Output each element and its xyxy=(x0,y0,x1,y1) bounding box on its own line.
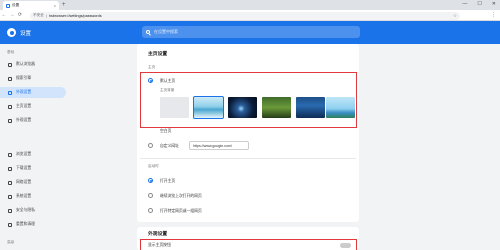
browser-menu-icon[interactable]: ⋮ xyxy=(491,12,496,18)
sidebar-item-network[interactable]: 网络设置 xyxy=(0,177,68,188)
reload-icon[interactable]: ⟳ xyxy=(16,12,24,18)
reset-icon xyxy=(8,222,12,227)
search-placeholder: 在设置中搜索 xyxy=(154,29,178,34)
sidebar-item-label: 浏览设置 xyxy=(16,152,32,156)
section-divider xyxy=(140,158,356,159)
custom-url-input[interactable]: https://www.google.com/ xyxy=(189,141,249,150)
option-blank-page[interactable]: 空白页 xyxy=(160,129,171,134)
tab-strip: 设置 × + — ☐ ✕ xyxy=(0,0,500,10)
window-controls: — ☐ ✕ xyxy=(462,1,496,7)
sidebar-item-default-browser[interactable]: 默认浏览器 xyxy=(0,59,68,70)
settings-header: 设置 在设置中搜索 xyxy=(0,21,500,44)
sidebar-item-label: 重置和清理 xyxy=(16,222,35,226)
wallpaper-thumb-2[interactable] xyxy=(228,97,257,118)
sidebar-item-label: 外观设置 xyxy=(16,90,32,94)
option-custom-url-label: 自定义网址 xyxy=(160,143,179,148)
appearance-option-highlight xyxy=(140,239,357,250)
sidebar-item-label: 搜索引擎 xyxy=(16,76,32,80)
radio-startup-specific[interactable] xyxy=(148,208,153,213)
wallpaper-thumb-3[interactable] xyxy=(262,97,291,118)
home-icon xyxy=(8,104,12,109)
back-icon[interactable]: ← xyxy=(0,12,8,18)
option-custom-home-label: 默认主页 xyxy=(160,78,176,83)
sidebar-item-appearance[interactable]: 外观设置 xyxy=(0,87,66,98)
browsing-icon xyxy=(8,152,12,157)
address-toolbar: ← → ⟳ 不安全 | hsbrowser://settings/passwor… xyxy=(0,10,500,21)
sidebar-item-system[interactable]: 系统设置 xyxy=(0,191,68,202)
sidebar-item-label: 安全与隐私 xyxy=(16,208,35,212)
bookmark-star-icon[interactable]: ☆ xyxy=(453,13,457,19)
sidebar-item-reset[interactable]: 重置和清理 xyxy=(0,219,68,230)
wallpaper-thumb-5[interactable] xyxy=(326,97,355,118)
new-tab-button[interactable]: + xyxy=(62,2,66,8)
browser-logo-icon xyxy=(7,28,16,37)
address-bar[interactable]: 不安全 | hsbrowser://settings/passwords ☆ xyxy=(30,11,460,20)
download-icon xyxy=(8,166,12,171)
appearance-icon xyxy=(8,90,12,95)
page-title: 设置 xyxy=(20,31,32,37)
radio-custom-url[interactable] xyxy=(148,143,153,148)
minimize-icon[interactable]: — xyxy=(462,1,467,7)
network-icon xyxy=(8,180,12,185)
system-icon xyxy=(8,194,12,199)
radio-startup-continue[interactable] xyxy=(148,193,153,198)
settings-sidebar: 基础 默认浏览器 搜索引擎 外观设置 主页设置 外观设置 浏览设置 下载设置 网… xyxy=(0,44,68,250)
browser-icon xyxy=(8,62,12,67)
radio-custom-home[interactable] xyxy=(148,78,153,83)
close-window-icon[interactable]: ✕ xyxy=(492,1,496,7)
search-icon xyxy=(146,30,150,34)
tab-title: 设置 xyxy=(12,3,20,7)
startup-option-specific: 打开特定网页或一组网页 xyxy=(160,208,202,213)
sidebar-item-downloads[interactable]: 下载设置 xyxy=(0,163,68,174)
divider: | xyxy=(45,13,47,18)
sidebar-item-privacy[interactable]: 安全与隐私 xyxy=(0,205,68,216)
sidebar-item-home[interactable]: 主页设置 xyxy=(0,101,68,112)
search-engine-icon xyxy=(8,76,12,81)
sidebar-item-label: 系统设置 xyxy=(16,194,32,198)
sidebar-item-label: 主页设置 xyxy=(16,104,32,108)
sidebar-item-label: 下载设置 xyxy=(16,166,32,170)
section-title-home: 主页设置 xyxy=(148,52,168,57)
sidebar-group-label: 高级 xyxy=(7,240,15,244)
sidebar-item-search-engine[interactable]: 搜索引擎 xyxy=(0,73,68,84)
tab-close-icon[interactable]: × xyxy=(54,3,56,8)
startup-option-continue: 继续浏览上次打开的网页 xyxy=(160,193,202,198)
palette-icon xyxy=(8,118,12,123)
sidebar-item-label: 网络设置 xyxy=(16,180,32,184)
sidebar-item-appearance-2[interactable]: 外观设置 xyxy=(0,115,68,126)
tab-settings[interactable]: 设置 × xyxy=(3,1,59,10)
home-label: 主页 xyxy=(148,65,156,69)
forward-icon[interactable]: → xyxy=(8,12,16,18)
sidebar-item-label: 外观设置 xyxy=(16,118,32,122)
show-home-button-toggle[interactable] xyxy=(340,243,351,248)
wallpaper-thumb-blank[interactable] xyxy=(160,97,189,118)
sidebar-item-label: 默认浏览器 xyxy=(16,62,35,66)
wallpaper-label: 主页背景 xyxy=(160,88,175,92)
url-text[interactable]: hsbrowser://settings/passwords xyxy=(49,14,102,18)
section-title-appearance: 外观设置 xyxy=(148,232,168,237)
startup-option-home: 打开主页 xyxy=(160,178,176,183)
maximize-icon[interactable]: ☐ xyxy=(477,1,481,7)
sidebar-item-browsing[interactable]: 浏览设置 xyxy=(0,149,68,160)
settings-favicon-icon xyxy=(6,3,10,8)
security-indicator[interactable]: 不安全 xyxy=(33,13,44,18)
shield-icon xyxy=(8,208,12,213)
sidebar-group-label: 基础 xyxy=(7,50,15,54)
show-home-button-label: 显示主页按钮 xyxy=(148,243,171,247)
startup-label: 启动时 xyxy=(148,164,159,168)
radio-startup-home[interactable] xyxy=(148,178,153,183)
settings-search[interactable]: 在设置中搜索 xyxy=(142,26,360,38)
wallpaper-thumb-4[interactable] xyxy=(296,97,325,118)
wallpaper-thumb-1[interactable] xyxy=(192,95,225,120)
